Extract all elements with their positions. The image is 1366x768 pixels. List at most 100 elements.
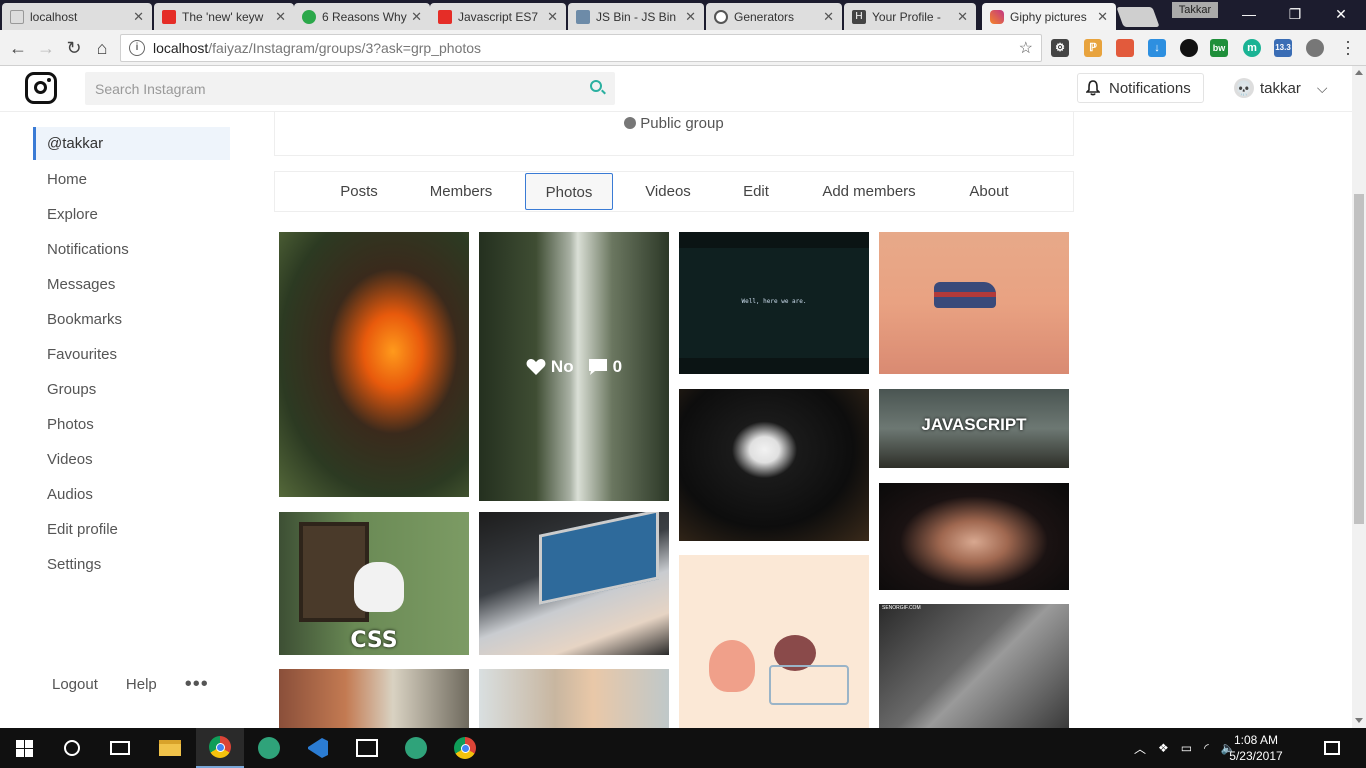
tab-edit[interactable]: Edit xyxy=(735,173,777,210)
notifications-button[interactable]: Notifications xyxy=(1077,73,1204,103)
m-extension-icon[interactable]: m xyxy=(1243,39,1261,57)
tab-members[interactable]: Members xyxy=(419,173,503,210)
tab-add-members[interactable]: Add members xyxy=(815,173,923,210)
vscode-icon[interactable] xyxy=(294,728,342,768)
task-view-icon[interactable] xyxy=(96,728,144,768)
search-icon[interactable] xyxy=(590,80,602,92)
photo-tile-boy-face[interactable] xyxy=(479,669,669,728)
sidebar-item-videos[interactable]: Videos xyxy=(33,442,230,477)
browser-tab-javascript-es7[interactable]: Javascript ES7 ✕ xyxy=(430,3,566,30)
sidebar-item-favourites[interactable]: Favourites xyxy=(33,337,230,372)
back-arrow-icon[interactable]: ← xyxy=(6,36,30,60)
search-input[interactable] xyxy=(85,72,615,105)
info-icon[interactable]: i xyxy=(129,40,145,56)
browser-tab-giphy-pictures[interactable]: Giphy pictures ✕ xyxy=(982,3,1116,30)
sidebar-item-bookmarks[interactable]: Bookmarks xyxy=(33,302,230,337)
instagram-logo-icon[interactable] xyxy=(25,72,57,104)
extension-icon[interactable]: ℙ xyxy=(1084,39,1102,57)
chrome-taskbar-icon[interactable] xyxy=(441,728,489,768)
photo-tile-campfire[interactable] xyxy=(279,232,469,497)
sidebar-item-home[interactable]: Home xyxy=(33,162,230,197)
photo-tile-gamer[interactable] xyxy=(879,483,1069,590)
dropbox-icon[interactable]: ❖ xyxy=(1158,741,1169,755)
photo-tile-kidney-cartoon[interactable] xyxy=(679,555,869,728)
action-center-icon[interactable] xyxy=(1324,728,1340,768)
photo-tile-css-gif[interactable]: CSS xyxy=(279,512,469,655)
tab-photos[interactable]: Photos xyxy=(525,173,613,210)
home-icon[interactable]: ⌂ xyxy=(90,36,114,60)
battery-icon[interactable]: ▭ xyxy=(1181,741,1192,755)
scrollbar-thumb[interactable] xyxy=(1354,194,1364,524)
sidebar-item-messages[interactable]: Messages xyxy=(33,267,230,302)
reload-icon[interactable]: ↻ xyxy=(62,36,86,60)
browser-tab-six-reasons[interactable]: 6 Reasons Why ✕ xyxy=(294,3,430,30)
photo-tile-javascript-fire[interactable]: JAVASCRIPT xyxy=(879,389,1069,468)
browser-tab-generators[interactable]: Generators ✕ xyxy=(706,3,842,30)
tab-videos[interactable]: Videos xyxy=(635,173,701,210)
close-icon[interactable]: ✕ xyxy=(133,9,144,25)
speed-extension-icon[interactable]: 13.3 xyxy=(1274,39,1292,57)
restore-button[interactable]: ❐ xyxy=(1272,4,1318,24)
address-bar[interactable]: i localhost/faiyaz/Instagram/groups/3?as… xyxy=(120,34,1042,62)
logout-link[interactable]: Logout xyxy=(52,676,98,693)
extension-icon[interactable] xyxy=(1180,39,1198,57)
browser-menu-icon[interactable]: · · · xyxy=(1340,32,1356,62)
extension-icon[interactable] xyxy=(1116,39,1134,57)
photo-tile-robot[interactable]: SENORGIF.COM xyxy=(879,604,1069,728)
browser-tab-jsbin[interactable]: JS Bin - JS Bin ✕ xyxy=(568,3,704,30)
browser-tab-youtube-new-keyword[interactable]: The 'new' keyw ✕ xyxy=(154,3,294,30)
atom-icon[interactable] xyxy=(245,728,293,768)
user-menu[interactable]: 💀 takkar ⌵ xyxy=(1234,78,1327,98)
photo-tile-terminal[interactable]: Well, here we are. xyxy=(679,232,869,374)
photo-tile-van[interactable] xyxy=(879,232,1069,374)
chevron-down-icon[interactable]: ⌵ xyxy=(1317,80,1328,97)
more-options-icon[interactable]: ••• xyxy=(185,674,209,694)
sidebar-item-groups[interactable]: Groups xyxy=(33,372,230,407)
sidebar-item-audios[interactable]: Audios xyxy=(33,477,230,512)
browser-tab-your-profile[interactable]: H Your Profile - ✕ xyxy=(844,3,976,30)
close-icon[interactable]: ✕ xyxy=(275,9,286,25)
windows-start-icon[interactable] xyxy=(0,728,48,768)
close-icon[interactable]: ✕ xyxy=(823,9,834,25)
photo-hover-overlay[interactable]: No 0 xyxy=(479,232,669,501)
chrome-taskbar-icon[interactable] xyxy=(196,728,244,768)
atom-icon[interactable] xyxy=(392,728,440,768)
sidebar-item-edit-profile[interactable]: Edit profile xyxy=(33,512,230,547)
search-circle-icon[interactable] xyxy=(48,728,96,768)
sidebar-item-photos[interactable]: Photos xyxy=(33,407,230,442)
scroll-down-arrow-icon[interactable] xyxy=(1355,718,1363,723)
sidebar-item-notifications[interactable]: Notifications xyxy=(33,232,230,267)
download-icon[interactable]: ↓ xyxy=(1148,39,1166,57)
close-icon[interactable]: ✕ xyxy=(547,9,558,25)
minimize-button[interactable]: — xyxy=(1226,4,1272,24)
help-link[interactable]: Help xyxy=(126,676,157,693)
close-icon[interactable]: ✕ xyxy=(957,9,968,25)
photos-app-icon[interactable] xyxy=(343,728,391,768)
photo-tile-waterfall[interactable]: No 0 xyxy=(479,232,669,501)
page-scrollbar[interactable] xyxy=(1352,66,1366,728)
tab-about[interactable]: About xyxy=(959,173,1019,210)
sidebar-item-settings[interactable]: Settings xyxy=(33,547,230,582)
bookmark-star-icon[interactable]: ☆ xyxy=(1019,38,1033,58)
close-icon[interactable]: ✕ xyxy=(1097,9,1108,25)
chevron-up-icon[interactable]: ︿ xyxy=(1134,740,1146,757)
settings-gear-icon[interactable]: ⚙ xyxy=(1051,39,1069,57)
file-explorer-icon[interactable] xyxy=(146,728,194,768)
new-tab-button[interactable] xyxy=(1116,7,1160,27)
taskbar-clock[interactable]: 1:08 AM 5/23/2017 xyxy=(1226,732,1286,764)
browser-profile-badge[interactable]: Takkar xyxy=(1172,2,1218,18)
scroll-up-arrow-icon[interactable] xyxy=(1355,70,1363,75)
close-icon[interactable]: ✕ xyxy=(411,9,422,25)
forward-arrow-icon[interactable]: → xyxy=(34,36,58,60)
close-window-button[interactable]: ✕ xyxy=(1318,4,1364,24)
bw-extension-icon[interactable]: bw xyxy=(1210,39,1228,57)
close-icon[interactable]: ✕ xyxy=(685,9,696,25)
photo-tile-jack-skellington[interactable] xyxy=(679,389,869,541)
photo-tile-girl-tv[interactable] xyxy=(279,669,469,728)
photo-tile-laptop-typing[interactable] xyxy=(479,512,669,655)
browser-tab-localhost[interactable]: localhost ✕ xyxy=(2,3,152,30)
tab-posts[interactable]: Posts xyxy=(325,173,393,210)
sidebar-item-profile[interactable]: @takkar xyxy=(33,127,230,160)
sidebar-item-explore[interactable]: Explore xyxy=(33,197,230,232)
wifi-icon[interactable]: ◜ xyxy=(1204,741,1209,755)
